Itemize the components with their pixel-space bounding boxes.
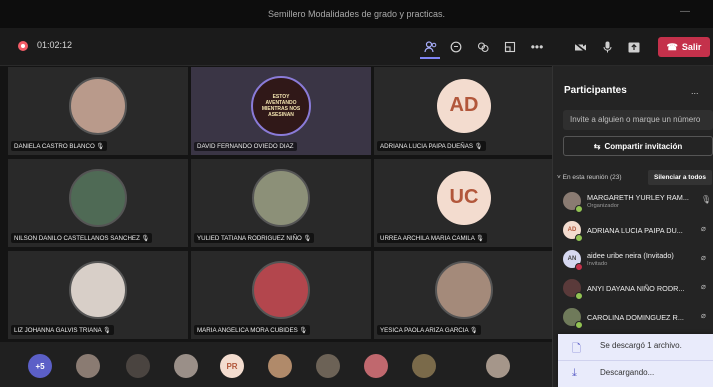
microphone-icon[interactable] — [597, 37, 617, 57]
minimize-icon[interactable]: — — [680, 6, 690, 17]
participant-name: ANYI DAYANA NIÑO RODR... — [587, 284, 685, 293]
participant-name: DANIELA CASTRO BLANCO 🎙︎ — [11, 141, 108, 151]
hangup-icon: ☎ — [666, 41, 678, 52]
window-titlebar: Semillero Modalidades de grado y practic… — [0, 0, 713, 28]
participant-tile[interactable]: DANIELA CASTRO BLANCO 🎙︎ — [8, 67, 188, 155]
participant-tile[interactable]: ESTOY AVENTANDO MIENTRAS NOS ASESINAN DA… — [191, 67, 371, 155]
share-label: Compartir invitación — [604, 141, 683, 151]
participant-row[interactable]: ANYI DAYANA NIÑO RODR... ⌀ — [563, 277, 713, 301]
share-invitation-button[interactable]: ⇆ Compartir invitación — [563, 136, 713, 156]
downloading-row[interactable]: ⤓ Descargando... — [558, 361, 713, 387]
participant-name: NILSON DANILO CASTELLANOS SANCHEZ 🎙︎ — [11, 233, 153, 243]
participant-avatar — [252, 168, 310, 227]
mic-muted-icon: ⌀ — [701, 224, 706, 233]
participants-icon[interactable] — [420, 37, 440, 59]
downloading-text: Descargando... — [600, 368, 655, 377]
presence-icon — [575, 263, 583, 271]
participant-strip: +5 PR — [0, 342, 552, 387]
participant-avatar — [252, 260, 310, 319]
panel-more-icon[interactable]: ... — [691, 86, 699, 96]
strip-avatar[interactable] — [486, 354, 510, 378]
window-title: Semillero Modalidades de grado y practic… — [267, 9, 446, 19]
more-options-icon[interactable]: ••• — [527, 37, 547, 57]
strip-avatar[interactable] — [316, 354, 340, 378]
participant-role: Organizador — [587, 203, 619, 209]
participant-role: Invitado — [587, 261, 608, 267]
participant-name: YESICA PAOLA ARIZA GARCIA 🎙︎ — [377, 325, 481, 335]
participant-avatar — [69, 260, 127, 319]
participant-tile[interactable]: YESICA PAOLA ARIZA GARCIA 🎙︎ — [374, 251, 554, 339]
mute-all-button[interactable]: Silenciar a todos — [648, 170, 712, 185]
presence-icon — [575, 205, 583, 213]
download-icon: ⤓ — [572, 367, 577, 379]
chat-icon[interactable] — [446, 37, 466, 57]
presence-icon — [575, 321, 583, 329]
participant-row[interactable]: MARGARETH YURLEY RAM... Organizador 🎙︎ — [563, 190, 713, 214]
participant-avatar — [435, 260, 493, 319]
participant-avatar — [69, 76, 127, 135]
participant-name: MARIA ANGELICA MORA CUBIDES 🎙︎ — [194, 325, 311, 335]
participant-tile[interactable]: UC URREA ARCHILA MARIA CAMILA 🎙︎ — [374, 159, 554, 247]
panel-title: Participantes — [564, 85, 627, 96]
recording-icon — [18, 41, 28, 51]
strip-avatar[interactable] — [174, 354, 198, 378]
mic-muted-icon: ⌀ — [701, 253, 706, 262]
participant-avatar: UC — [437, 170, 491, 225]
downloaded-text: Se descargó 1 archivo. — [600, 341, 682, 350]
strip-avatar[interactable] — [364, 354, 388, 378]
meeting-toolbar: 01:02:12 ••• ☎ Salir — [0, 28, 713, 66]
share-screen-icon[interactable] — [624, 37, 644, 57]
microphone-icon: 🎙︎ — [701, 195, 712, 204]
strip-avatar[interactable] — [76, 354, 100, 378]
leave-label: Salir — [681, 42, 702, 52]
in-meeting-header[interactable]: ˅ En esta reunión (23) — [557, 174, 622, 181]
participant-name: aidee uribe neira (Invitado) — [587, 251, 674, 260]
strip-avatar[interactable] — [412, 354, 436, 378]
overflow-participants-button[interactable]: +5 — [28, 354, 52, 378]
participant-tile[interactable]: MARIA ANGELICA MORA CUBIDES 🎙︎ — [191, 251, 371, 339]
mic-muted-icon: ⌀ — [701, 311, 706, 320]
participant-name: ADRIANA LUCIA PAIPA DUEÑAS 🎙︎ — [377, 141, 486, 151]
participant-name: DAVID FERNANDO OVIEDO DIAZ — [194, 142, 297, 151]
mic-muted-icon: ⌀ — [701, 282, 706, 291]
participant-row[interactable]: AN aidee uribe neira (Invitado) Invitado… — [563, 248, 713, 272]
participant-avatar — [69, 168, 127, 227]
participant-tile[interactable]: YULIED TATIANA RODRIGUEZ NIÑO 🎙︎ — [191, 159, 371, 247]
participant-avatar: ESTOY AVENTANDO MIENTRAS NOS ASESINAN — [251, 75, 311, 136]
participant-tile[interactable]: LIZ JOHANNA GALVIS TRIANA 🎙︎ — [8, 251, 188, 339]
participant-tile[interactable]: AD ADRIANA LUCIA PAIPA DUEÑAS 🎙︎ — [374, 67, 554, 155]
participant-name: ADRIANA LUCIA PAIPA DU... — [587, 226, 683, 235]
rooms-icon[interactable] — [500, 37, 520, 57]
participant-name: YULIED TATIANA RODRIGUEZ NIÑO 🎙︎ — [194, 233, 315, 243]
strip-avatar[interactable] — [126, 354, 150, 378]
participant-name: LIZ JOHANNA GALVIS TRIANA 🎙︎ — [11, 325, 115, 335]
download-notification[interactable]: 🗋 Se descargó 1 archivo. ⤓ Descargando..… — [558, 334, 713, 387]
meeting-timer: 01:02:12 — [37, 40, 73, 50]
downloaded-row[interactable]: 🗋 Se descargó 1 archivo. — [558, 334, 713, 360]
presence-icon — [575, 234, 583, 242]
reactions-icon[interactable] — [473, 37, 493, 57]
participant-row[interactable]: AD ADRIANA LUCIA PAIPA DU... ⌀ — [563, 219, 713, 243]
participant-name: URREA ARCHILA MARIA CAMILA 🎙︎ — [377, 233, 488, 243]
share-icon: ⇆ — [593, 141, 601, 151]
strip-avatar[interactable] — [268, 354, 292, 378]
invite-input[interactable]: Invite a alguien o marque un número — [563, 110, 713, 130]
strip-avatar[interactable]: PR — [220, 354, 244, 378]
presence-icon — [575, 292, 583, 300]
participant-name: MARGARETH YURLEY RAM... — [587, 193, 689, 202]
leave-button[interactable]: ☎ Salir — [658, 37, 710, 57]
video-grid: DANIELA CASTRO BLANCO 🎙︎ ESTOY AVENTANDO… — [0, 66, 554, 342]
participant-name: CAROLINA DOMINGUEZ R... — [587, 313, 684, 322]
participant-row[interactable]: CAROLINA DOMINGUEZ R... ⌀ — [563, 306, 713, 330]
file-icon: 🗋 — [572, 343, 581, 355]
camera-off-icon[interactable] — [570, 37, 590, 57]
participant-avatar: AD — [437, 78, 491, 133]
participant-tile[interactable]: NILSON DANILO CASTELLANOS SANCHEZ 🎙︎ — [8, 159, 188, 247]
